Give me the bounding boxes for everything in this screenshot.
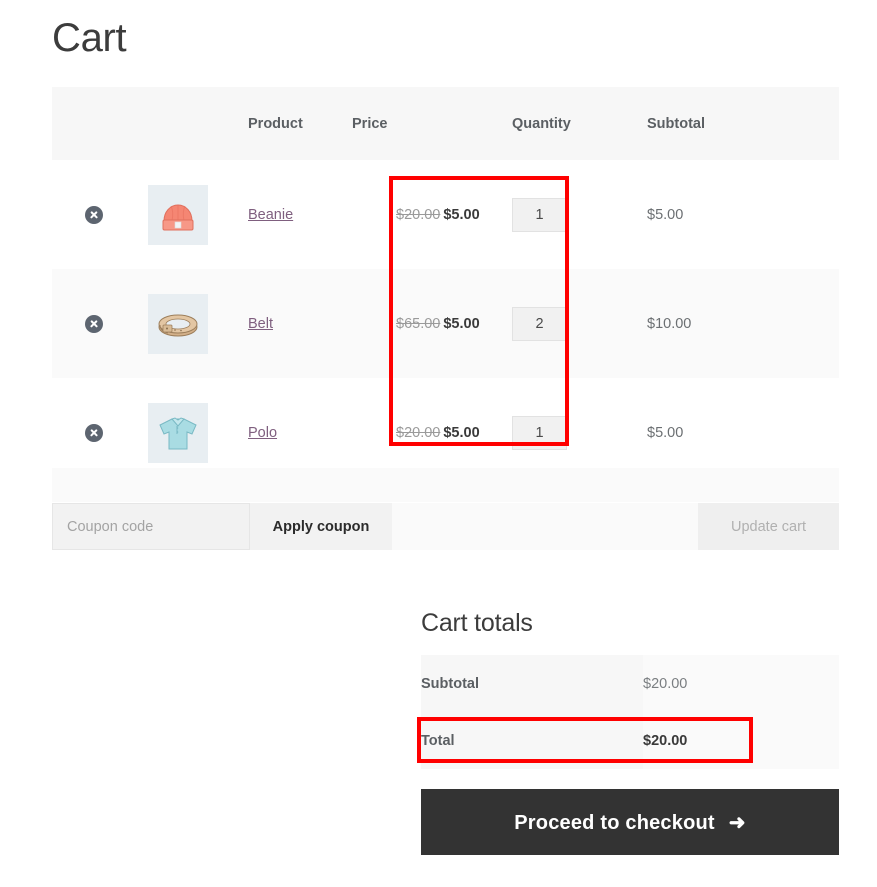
product-link[interactable]: Beanie	[248, 207, 293, 223]
totals-subtotal-label: Subtotal	[421, 655, 643, 712]
cart-totals-heading: Cart totals	[421, 609, 533, 638]
cart-totals-table: Subtotal $20.00 Total $20.00	[421, 655, 839, 769]
totals-total-value: $20.00	[643, 712, 839, 769]
polo-thumbnail[interactable]	[148, 403, 208, 463]
header-subtotal: Subtotal	[647, 87, 839, 160]
proceed-to-checkout-button[interactable]: Proceed to checkout ➜	[421, 789, 839, 855]
header-product: Product	[248, 87, 352, 160]
cart-table-body: Beanie $20.00$5.00 1 $5.00	[52, 160, 839, 487]
table-row: Belt $65.00$5.00 2 $10.00	[52, 269, 839, 378]
cell-remove	[52, 160, 148, 269]
page-title: Cart	[52, 14, 126, 62]
totals-row-subtotal: Subtotal $20.00	[421, 655, 839, 712]
price-sale: $5.00	[443, 425, 479, 441]
cart-page: Cart Product Price Quantity Subtotal	[0, 0, 877, 887]
belt-thumbnail[interactable]	[148, 294, 208, 354]
cell-product-name: Belt	[248, 269, 352, 378]
remove-circle-icon[interactable]	[85, 206, 103, 224]
totals-subtotal-value: $20.00	[643, 655, 839, 712]
totals-total-label: Total	[421, 712, 643, 769]
header-remove	[52, 87, 148, 160]
cell-price: $20.00$5.00	[352, 160, 512, 269]
price-wrapper: $65.00$5.00	[352, 316, 480, 332]
price-original: $65.00	[396, 316, 440, 332]
cell-thumbnail	[148, 269, 248, 378]
product-link[interactable]: Polo	[248, 425, 277, 441]
cart-table-header-row: Product Price Quantity Subtotal	[52, 87, 839, 160]
remove-circle-icon[interactable]	[85, 315, 103, 333]
price-wrapper: $20.00$5.00	[352, 425, 480, 441]
cell-product-name: Beanie	[248, 160, 352, 269]
totals-row-total: Total $20.00	[421, 712, 839, 769]
apply-coupon-button[interactable]: Apply coupon	[250, 503, 392, 550]
price-wrapper: $20.00$5.00	[352, 207, 480, 223]
coupon-code-input[interactable]	[52, 503, 250, 550]
arrow-right-icon: ➜	[729, 812, 746, 834]
row-subtotal: $5.00	[647, 207, 683, 223]
quantity-stepper[interactable]: 2	[512, 307, 567, 341]
table-row: Beanie $20.00$5.00 1 $5.00	[52, 160, 839, 269]
header-price: Price	[352, 87, 512, 160]
cell-quantity: 2	[512, 269, 647, 378]
beanie-thumbnail[interactable]	[148, 185, 208, 245]
quantity-stepper[interactable]: 1	[512, 416, 567, 450]
checkout-label: Proceed to checkout	[514, 812, 715, 834]
row-subtotal: $5.00	[647, 425, 683, 441]
cart-items-table: Product Price Quantity Subtotal	[52, 87, 839, 487]
coupon-bar-spacer	[392, 503, 698, 550]
cart-table-footer-strip	[52, 468, 839, 502]
update-cart-button[interactable]: Update cart	[698, 503, 839, 550]
price-original: $20.00	[396, 425, 440, 441]
coupon-bar: Apply coupon Update cart	[52, 503, 839, 550]
header-thumbnail	[148, 87, 248, 160]
cell-remove	[52, 269, 148, 378]
row-subtotal: $10.00	[647, 316, 691, 332]
remove-circle-icon[interactable]	[85, 424, 103, 442]
cell-subtotal: $5.00	[647, 160, 839, 269]
header-quantity: Quantity	[512, 87, 647, 160]
cart-table-head: Product Price Quantity Subtotal	[52, 87, 839, 160]
cell-thumbnail	[148, 160, 248, 269]
product-link[interactable]: Belt	[248, 316, 273, 332]
price-original: $20.00	[396, 207, 440, 223]
price-sale: $5.00	[443, 207, 479, 223]
cell-subtotal: $10.00	[647, 269, 839, 378]
quantity-stepper[interactable]: 1	[512, 198, 567, 232]
cell-quantity: 1	[512, 160, 647, 269]
cell-price: $65.00$5.00	[352, 269, 512, 378]
price-sale: $5.00	[443, 316, 479, 332]
